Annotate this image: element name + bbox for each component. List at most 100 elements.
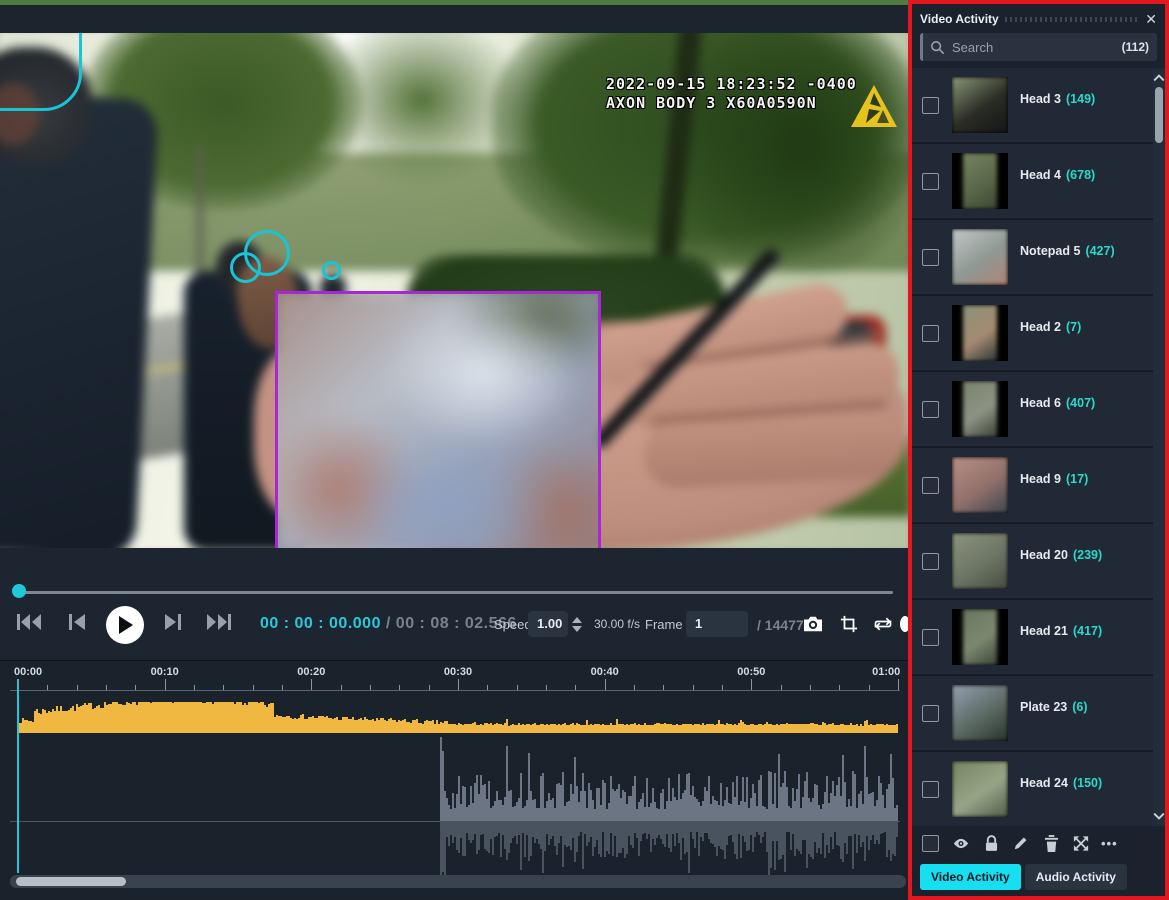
video-activity-waveform[interactable] — [18, 701, 898, 733]
detection-circle[interactable] — [322, 261, 341, 280]
item-thumbnail — [952, 305, 1008, 361]
ruler-label: 00:20 — [297, 666, 325, 678]
play-button[interactable] — [106, 606, 144, 644]
list-item[interactable]: Head 9(17) — [912, 448, 1165, 524]
item-thumbnail — [952, 609, 1008, 665]
visibility-eye-icon[interactable] — [953, 834, 969, 852]
item-label: Head 4(678) — [1020, 168, 1095, 182]
panel-title: Video Activity — [920, 12, 999, 26]
item-checkbox[interactable] — [922, 173, 939, 190]
item-label: Head 6(407) — [1020, 396, 1095, 410]
item-thumbnail — [952, 533, 1008, 589]
list-item[interactable]: Notepad 5(427) — [912, 220, 1165, 296]
close-icon[interactable]: ✕ — [1145, 12, 1157, 26]
list-item[interactable]: Head 3(149) — [912, 68, 1165, 144]
next-frame-button[interactable] — [158, 609, 188, 635]
select-all-checkbox[interactable] — [922, 835, 939, 852]
item-label: Plate 23(6) — [1020, 700, 1088, 714]
item-checkbox[interactable] — [922, 401, 939, 418]
more-options-icon[interactable]: ••• — [1101, 836, 1118, 851]
loop-button[interactable] — [870, 611, 896, 637]
selection-action-bar: ••• — [912, 826, 1165, 860]
panel-tabs: Video Activity Audio Activity — [920, 864, 1127, 890]
item-checkbox[interactable] — [922, 97, 939, 114]
item-label: Head 20(239) — [1020, 548, 1102, 562]
timeline-scrollbar-thumb[interactable] — [16, 877, 126, 886]
item-count: (149) — [1066, 92, 1095, 106]
fps-label: 30.00 f/s — [594, 617, 640, 631]
expand-arrows-icon[interactable] — [1073, 834, 1089, 852]
item-thumbnail — [952, 77, 1008, 133]
item-count: (17) — [1066, 472, 1088, 486]
audio-waveform-lower[interactable] — [18, 822, 898, 880]
snapshot-camera-button[interactable] — [800, 611, 826, 637]
speed-label: Speed — [494, 617, 532, 632]
scroll-up-icon[interactable] — [1153, 74, 1165, 82]
edit-pencil-icon[interactable] — [1013, 834, 1029, 852]
skip-to-start-button[interactable] — [14, 609, 44, 635]
speed-input[interactable]: 1.00 — [528, 611, 568, 637]
detection-circle[interactable] — [230, 252, 261, 283]
list-scrollbar-thumb[interactable] — [1155, 87, 1163, 143]
list-item[interactable]: Head 20(239) — [912, 524, 1165, 600]
detection-list[interactable]: Head 3(149) Head 4(678) Notepad 5(427) Head… — [912, 68, 1165, 826]
item-label: Head 9(17) — [1020, 472, 1088, 486]
redaction-box[interactable] — [275, 291, 601, 548]
ruler-label: 00:50 — [737, 666, 765, 678]
seek-bar[interactable] — [13, 591, 893, 594]
timeline-playhead[interactable] — [17, 679, 19, 873]
item-checkbox[interactable] — [922, 477, 939, 494]
skip-to-end-button[interactable] — [204, 609, 234, 635]
item-label: Head 24(150) — [1020, 776, 1102, 790]
timeline-panel[interactable]: 00:0000:1000:2000:3000:4000:5001:00 — [0, 660, 908, 900]
previous-frame-button[interactable] — [62, 609, 92, 635]
list-item[interactable]: Head 24(150) — [912, 752, 1165, 826]
item-checkbox[interactable] — [922, 553, 939, 570]
item-count: (239) — [1073, 548, 1102, 562]
item-count: (427) — [1085, 244, 1114, 258]
list-item[interactable]: Head 6(407) — [912, 372, 1165, 448]
tab-video-activity[interactable]: Video Activity — [920, 864, 1021, 890]
timeline-scrollbar[interactable] — [10, 875, 906, 888]
crop-button[interactable] — [836, 611, 862, 637]
seek-knob[interactable] — [12, 584, 26, 598]
tab-audio-activity[interactable]: Audio Activity — [1025, 864, 1127, 890]
delete-trash-icon[interactable] — [1043, 834, 1059, 852]
axon-logo-icon — [850, 83, 898, 129]
list-item[interactable]: Plate 23(6) — [912, 676, 1165, 752]
video-viewport[interactable]: 2022-09-15 18:23:52 -0400 AXON BODY 3 X6… — [0, 33, 908, 548]
item-checkbox[interactable] — [922, 249, 939, 266]
search-box[interactable]: (112) — [920, 33, 1157, 61]
item-checkbox[interactable] — [922, 705, 939, 722]
frame-total: / 14477 — [757, 617, 804, 633]
item-label: Notepad 5(427) — [1020, 244, 1115, 258]
lock-icon[interactable] — [983, 834, 999, 852]
item-count: (417) — [1073, 624, 1102, 638]
item-thumbnail — [952, 381, 1008, 437]
item-thumbnail — [952, 153, 1008, 209]
video-header-bar — [0, 5, 908, 33]
timecode: 00 : 00 : 00.000 / 00 : 08 : 02.566 — [260, 615, 517, 633]
video-osd-text: 2022-09-15 18:23:52 -0400 AXON BODY 3 X6… — [606, 75, 857, 113]
audio-waveform-upper[interactable] — [18, 735, 898, 821]
item-count: (6) — [1072, 700, 1087, 714]
search-icon — [930, 40, 945, 55]
item-count: (678) — [1066, 168, 1095, 182]
item-label: Head 21(417) — [1020, 624, 1102, 638]
video-activity-panel: Video Activity ✕ (112) Head 3(149) Head 4… — [908, 0, 1169, 900]
scroll-down-icon[interactable] — [1153, 812, 1165, 820]
list-scrollbar[interactable] — [1153, 70, 1165, 826]
item-thumbnail — [952, 761, 1008, 817]
item-checkbox[interactable] — [922, 629, 939, 646]
item-checkbox[interactable] — [922, 781, 939, 798]
speed-stepper[interactable] — [572, 611, 586, 637]
item-label: Head 2(7) — [1020, 320, 1081, 334]
frame-input[interactable]: 1 — [686, 611, 748, 637]
detection-box-corner[interactable] — [0, 33, 82, 111]
item-checkbox[interactable] — [922, 325, 939, 342]
list-item[interactable]: Head 4(678) — [912, 144, 1165, 220]
item-count: (407) — [1066, 396, 1095, 410]
list-item[interactable]: Head 21(417) — [912, 600, 1165, 676]
list-item[interactable]: Head 2(7) — [912, 296, 1165, 372]
search-input[interactable] — [952, 40, 1115, 55]
